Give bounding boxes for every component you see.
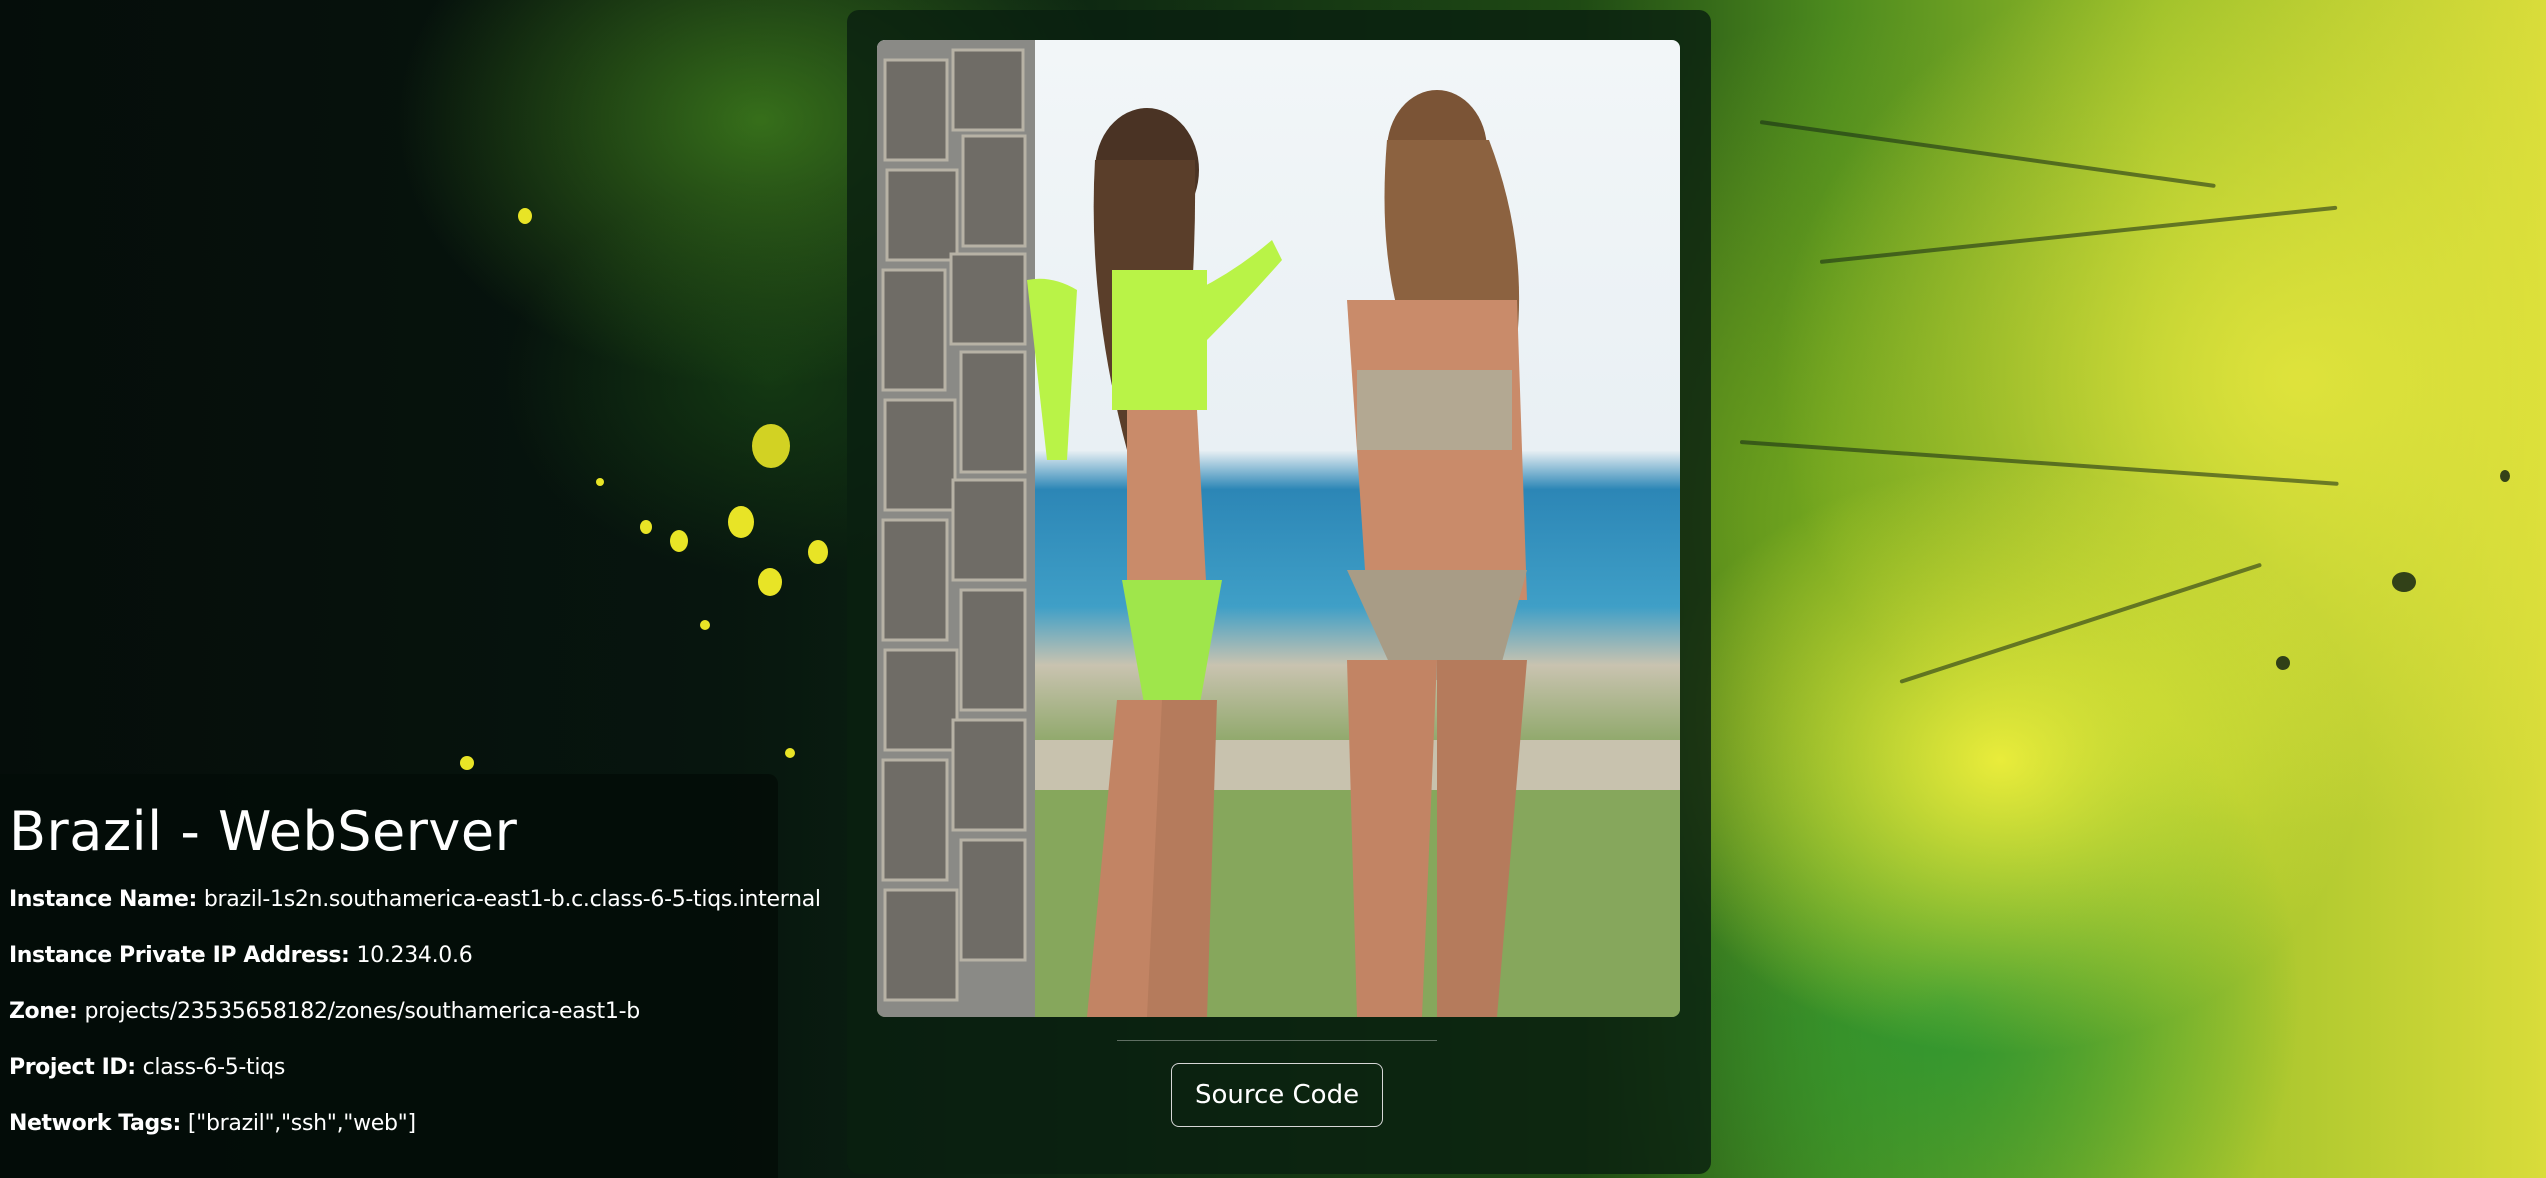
paint-speck (758, 568, 782, 596)
paint-speck (808, 540, 828, 564)
card-divider (1117, 1040, 1437, 1041)
content-card: Source Code (847, 10, 1711, 1174)
hero-photo-illustration (877, 40, 1680, 1017)
paint-speck (670, 530, 688, 552)
brush-streak (1759, 120, 2216, 189)
paint-speck-dark (2392, 572, 2416, 592)
private-ip-label: Instance Private IP Address: (9, 943, 350, 968)
instance-name-row: Instance Name: brazil-1s2n.southamerica-… (9, 887, 821, 912)
project-id-label: Project ID: (9, 1055, 136, 1080)
paint-speck (785, 748, 795, 758)
page-title: Brazil - WebServer (9, 800, 518, 863)
network-tags-value: ["brazil","ssh","web"] (187, 1111, 416, 1136)
source-code-button[interactable]: Source Code (1171, 1063, 1383, 1127)
paint-speck-dark (2500, 470, 2510, 482)
instance-name-label: Instance Name: (9, 887, 197, 912)
project-id-value: class-6-5-tiqs (142, 1055, 286, 1080)
private-ip-value: 10.234.0.6 (356, 943, 473, 968)
zone-value: projects/23535658182/zones/southamerica-… (84, 999, 640, 1024)
network-tags-label: Network Tags: (9, 1111, 181, 1136)
brush-streak (1819, 205, 2338, 264)
hero-photo (877, 40, 1680, 1017)
paint-speck (640, 520, 652, 534)
paint-speck (728, 506, 754, 538)
paint-speck (700, 620, 710, 630)
brush-streak (1739, 440, 2339, 486)
private-ip-row: Instance Private IP Address: 10.234.0.6 (9, 943, 768, 968)
paint-speck (752, 424, 790, 468)
project-id-row: Project ID: class-6-5-tiqs (9, 1055, 768, 1080)
instance-name-value: brazil-1s2n.southamerica-east1-b.c.class… (203, 887, 821, 912)
paint-speck-dark (2276, 656, 2290, 670)
figure-right (1347, 90, 1527, 1017)
brush-streak (1899, 562, 2263, 684)
paint-speck (596, 478, 604, 486)
paint-speck (518, 208, 532, 224)
zone-label: Zone: (9, 999, 78, 1024)
network-tags-row: Network Tags: ["brazil","ssh","web"] (9, 1111, 768, 1136)
zone-row: Zone: projects/23535658182/zones/southam… (9, 999, 768, 1024)
paint-speck (460, 756, 474, 770)
instance-info-panel: Brazil - WebServer Instance Name: brazil… (0, 774, 821, 1178)
